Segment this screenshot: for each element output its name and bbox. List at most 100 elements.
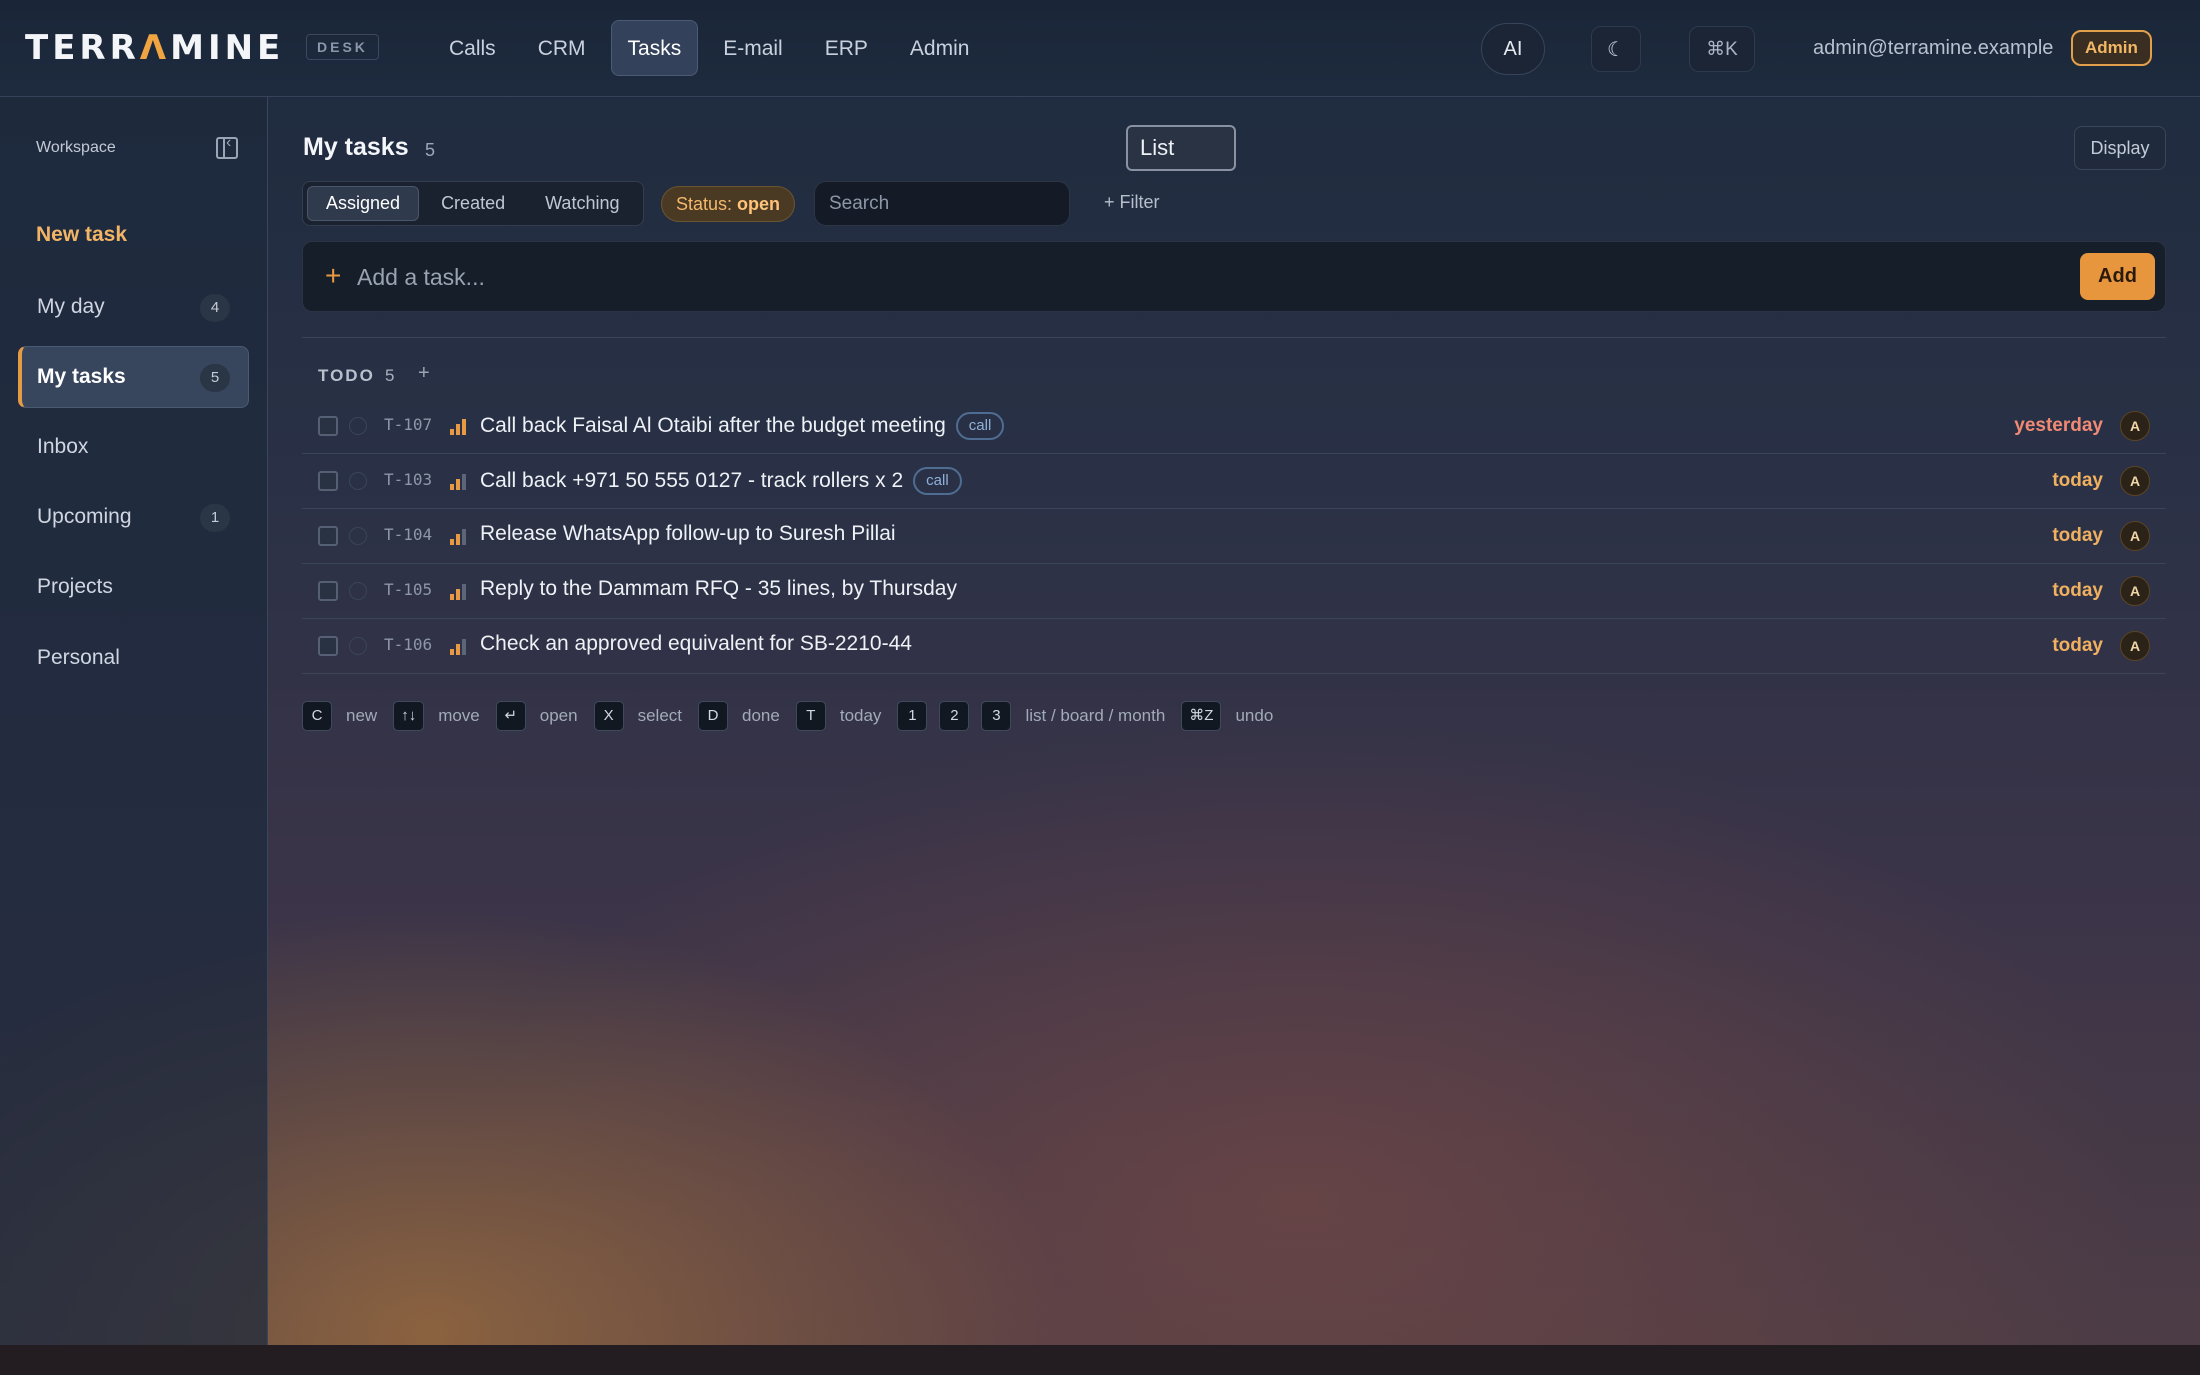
task-checkbox[interactable] xyxy=(318,636,338,656)
shortcut-label: open xyxy=(539,706,578,725)
task-due-date[interactable]: today xyxy=(2052,525,2103,547)
command-palette-button[interactable]: ⌘K xyxy=(1689,26,1755,72)
status-circle-icon[interactable] xyxy=(349,472,367,490)
status-circle-icon[interactable] xyxy=(349,582,367,600)
new-task-button[interactable]: New task xyxy=(36,223,127,247)
task-due-date[interactable]: today xyxy=(2052,635,2103,657)
bottom-strip xyxy=(0,1345,2200,1375)
ai-button[interactable]: AI xyxy=(1481,23,1545,75)
view-select[interactable]: List xyxy=(1126,125,1236,171)
sidebar-item-projects[interactable]: Projects xyxy=(18,556,249,618)
group-title: TODO xyxy=(318,366,375,385)
task-row[interactable]: T-107 Call back Faisal Al Otaibi after t… xyxy=(302,399,2166,454)
task-row[interactable]: T-105 Reply to the Dammam RFQ - 35 lines… xyxy=(302,564,2166,619)
shortcut-label: list / board / month xyxy=(1025,706,1166,725)
sidebar-item-upcoming[interactable]: Upcoming 1 xyxy=(18,486,249,548)
group-add-button[interactable]: + xyxy=(418,362,430,385)
sidebar-item-my-tasks[interactable]: My tasks 5 xyxy=(18,346,249,408)
priority-medium-icon xyxy=(450,639,468,655)
page-task-count: 5 xyxy=(425,140,436,160)
shortcut-label: done xyxy=(742,706,780,725)
shortcut-key: X xyxy=(593,701,624,731)
shortcut-label: move xyxy=(438,706,480,725)
sidebar-item-label: Inbox xyxy=(37,435,89,458)
status-circle-icon[interactable] xyxy=(349,417,367,435)
shortcut-key: ↑↓ xyxy=(393,701,425,731)
shortcut-label: select xyxy=(637,706,683,725)
assignee-avatar[interactable]: A xyxy=(2120,411,2150,441)
task-id: T-105 xyxy=(384,580,433,599)
nav-erp[interactable]: ERP xyxy=(808,20,885,76)
page-title: My tasks xyxy=(303,133,409,161)
sidebar-item-my-day[interactable]: My day 4 xyxy=(18,276,249,338)
add-filter-button[interactable]: + Filter xyxy=(1104,192,1160,213)
task-title[interactable]: Release WhatsApp follow-up to Suresh Pil… xyxy=(480,522,896,546)
task-checkbox[interactable] xyxy=(318,581,338,601)
nav-admin[interactable]: Admin xyxy=(893,20,987,76)
task-checkbox[interactable] xyxy=(318,416,338,436)
app-tag: DESK xyxy=(306,34,379,60)
user-email[interactable]: admin@terramine.example xyxy=(1813,37,2053,60)
sidebar-item-count: 4 xyxy=(200,294,230,322)
task-id: T-104 xyxy=(384,525,433,544)
nav-crm[interactable]: CRM xyxy=(521,20,603,76)
theme-toggle-button[interactable]: ☾ xyxy=(1591,26,1641,72)
task-title[interactable]: Check an approved equivalent for SB-2210… xyxy=(480,632,912,656)
app-logo[interactable]: TERRΛMINE xyxy=(25,28,284,68)
nav-email[interactable]: E-mail xyxy=(706,20,800,76)
nav-calls[interactable]: Calls xyxy=(432,20,513,76)
sidebar-item-personal[interactable]: Personal xyxy=(18,627,249,689)
plus-icon: + xyxy=(325,260,342,291)
task-tag[interactable]: call xyxy=(955,412,1005,440)
shortcut-key: ↵ xyxy=(495,701,526,731)
status-filter-chip[interactable]: Status: open xyxy=(661,186,796,222)
task-row[interactable]: T-103 Call back +971 50 555 0127 - track… xyxy=(302,454,2166,509)
search-input[interactable] xyxy=(814,181,1070,226)
group-count: 5 xyxy=(385,366,395,385)
divider xyxy=(302,337,2166,338)
task-checkbox[interactable] xyxy=(318,526,338,546)
task-due-date[interactable]: today xyxy=(2052,580,2103,602)
add-task-input[interactable] xyxy=(357,254,2057,300)
shortcut-label: undo xyxy=(1235,706,1274,725)
sidebar-item-count: 5 xyxy=(200,364,230,392)
task-row[interactable]: T-106 Check an approved equivalent for S… xyxy=(302,619,2166,674)
add-task-button[interactable]: Add xyxy=(2080,253,2155,300)
assignee-avatar[interactable]: A xyxy=(2120,631,2150,661)
task-checkbox[interactable] xyxy=(318,471,338,491)
task-row[interactable]: T-104 Release WhatsApp follow-up to Sure… xyxy=(302,509,2166,564)
task-title[interactable]: Reply to the Dammam RFQ - 35 lines, by T… xyxy=(480,577,957,601)
task-due-date[interactable]: yesterday xyxy=(2014,415,2103,437)
shortcut-key: 2 xyxy=(939,701,970,731)
task-tag[interactable]: call xyxy=(913,467,962,495)
assignee-avatar[interactable]: A xyxy=(2120,466,2150,496)
nav-tasks[interactable]: Tasks xyxy=(610,20,699,76)
sidebar-item-label: Projects xyxy=(37,575,113,598)
main-nav: Calls CRM Tasks E-mail ERP Admin xyxy=(432,20,986,76)
sidebar-collapse-icon[interactable] xyxy=(216,134,238,159)
task-due-date[interactable]: today xyxy=(2052,470,2103,492)
sidebar-item-inbox[interactable]: Inbox xyxy=(18,416,249,478)
task-id: T-106 xyxy=(384,635,433,654)
assignee-avatar[interactable]: A xyxy=(2120,576,2150,606)
top-bar: TERRΛMINE DESK Calls CRM Tasks E-mail ER… xyxy=(0,0,2200,97)
status-circle-icon[interactable] xyxy=(349,637,367,655)
tab-watching[interactable]: Watching xyxy=(527,186,637,221)
task-scope-tabs: Assigned Created Watching xyxy=(302,181,644,226)
shortcut-label: new xyxy=(346,706,378,725)
role-badge: Admin xyxy=(2071,30,2152,66)
sidebar-item-label: Personal xyxy=(37,646,120,669)
task-id: T-103 xyxy=(384,470,433,489)
shortcut-key: 1 xyxy=(897,701,928,731)
task-title[interactable]: Call back Faisal Al Otaibi after the bud… xyxy=(480,412,1005,440)
shortcut-key: T xyxy=(795,701,826,731)
moon-icon: ☾ xyxy=(1607,39,1625,61)
priority-medium-icon xyxy=(450,529,468,545)
assignee-avatar[interactable]: A xyxy=(2120,521,2150,551)
task-title[interactable]: Call back +971 50 555 0127 - track rolle… xyxy=(480,467,962,495)
tab-assigned[interactable]: Assigned xyxy=(307,186,420,221)
tab-created[interactable]: Created xyxy=(423,186,523,221)
task-id: T-107 xyxy=(384,415,433,434)
status-circle-icon[interactable] xyxy=(349,527,367,545)
display-button[interactable]: Display xyxy=(2074,126,2166,170)
